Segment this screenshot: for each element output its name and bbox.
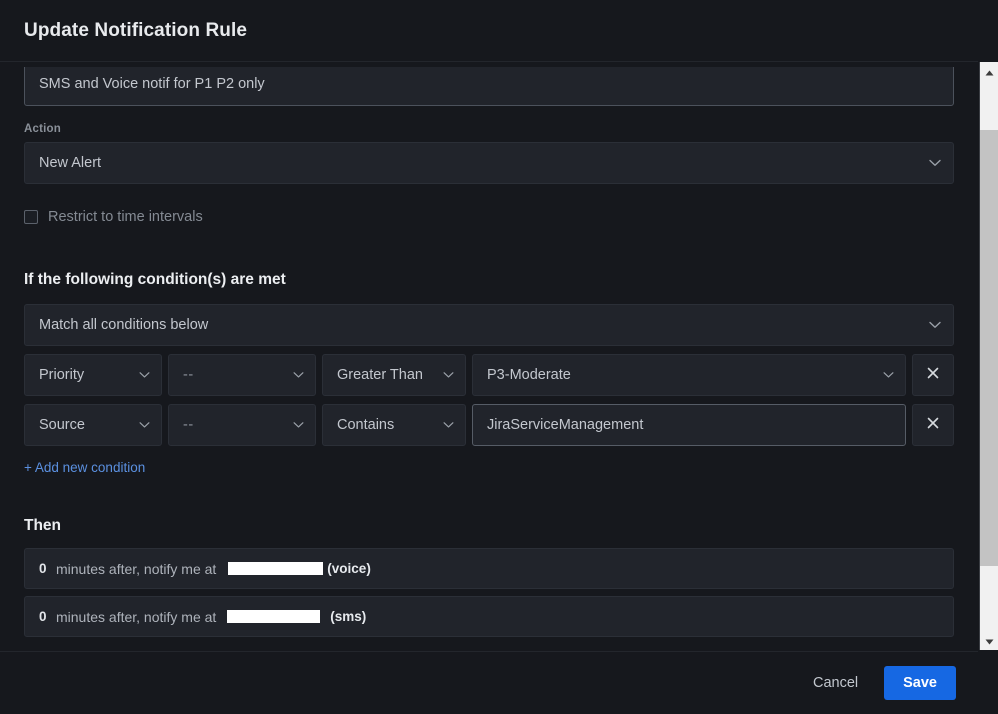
add-notification-method-link[interactable]: + Add notification method xyxy=(24,649,176,650)
cancel-button[interactable]: Cancel xyxy=(801,667,870,699)
condition-key-select[interactable]: -- xyxy=(168,354,316,396)
action-label: Action xyxy=(24,123,61,135)
chevron-down-icon xyxy=(139,372,150,379)
chevron-down-icon xyxy=(293,422,304,429)
action-select[interactable]: New Alert xyxy=(24,142,954,184)
rule-name-input[interactable]: SMS and Voice notif for P1 P2 only xyxy=(24,67,954,106)
scroll-up-button[interactable] xyxy=(980,62,998,81)
notification-channel: (sms) xyxy=(330,609,367,624)
condition-value: P3-Moderate xyxy=(487,367,571,383)
close-icon xyxy=(927,367,939,383)
chevron-down-icon xyxy=(139,422,150,429)
chevron-down-icon xyxy=(443,422,454,429)
chevron-down-icon xyxy=(293,372,304,379)
page-title: Update Notification Rule xyxy=(24,20,248,41)
redacted-contact xyxy=(227,610,321,623)
scrollbar-track[interactable] xyxy=(980,81,998,631)
restrict-label: Restrict to time intervals xyxy=(48,209,203,225)
triangle-down-icon xyxy=(985,632,994,650)
dialog-footer: Cancel Save xyxy=(0,652,978,714)
vertical-scrollbar[interactable] xyxy=(979,62,998,650)
condition-row: Priority -- Greater Than P3-Moderate xyxy=(24,354,954,396)
dialog-header: Update Notification Rule xyxy=(0,0,998,62)
condition-operator-value: Contains xyxy=(337,417,395,433)
condition-value-input[interactable]: JiraServiceManagement xyxy=(472,404,906,446)
notification-row-text: minutes after, notify me at xyxy=(56,608,217,625)
add-notification-method-wrapper: + Add notification method xyxy=(24,648,954,650)
save-button[interactable]: Save xyxy=(884,666,956,700)
triangle-up-icon xyxy=(985,63,994,81)
match-mode-select[interactable]: Match all conditions below xyxy=(24,304,954,346)
chevron-down-icon xyxy=(443,372,454,379)
dialog-body: SMS and Voice notif for P1 P2 only Actio… xyxy=(0,62,978,650)
add-new-condition-link[interactable]: + Add new condition xyxy=(24,460,145,475)
condition-attribute-select[interactable]: Source xyxy=(24,404,162,446)
chevron-down-icon xyxy=(929,159,941,167)
notification-method-row[interactable]: 0 minutes after, notify me at (voice) xyxy=(24,548,954,589)
redacted-contact xyxy=(228,562,324,575)
match-mode-value: Match all conditions below xyxy=(39,317,209,333)
scroll-down-button[interactable] xyxy=(980,631,998,650)
condition-operator-select[interactable]: Greater Than xyxy=(322,354,466,396)
condition-attribute-value: Priority xyxy=(39,367,85,383)
condition-value-select[interactable]: P3-Moderate xyxy=(472,354,906,396)
then-heading: Then xyxy=(24,517,62,534)
condition-key-select[interactable]: -- xyxy=(168,404,316,446)
chevron-down-icon xyxy=(929,321,941,329)
notification-delay-value: 0 xyxy=(39,561,47,576)
notification-method-row[interactable]: 0 minutes after, notify me at (sms) xyxy=(24,596,954,637)
notification-channel: (voice) xyxy=(327,561,371,576)
chevron-down-icon xyxy=(883,372,894,379)
remove-condition-button[interactable] xyxy=(912,404,954,446)
restrict-to-time-intervals-row[interactable]: Restrict to time intervals xyxy=(24,207,954,227)
update-notification-rule-dialog: Update Notification Rule SMS and Voice n… xyxy=(0,0,998,714)
condition-attribute-value: Source xyxy=(39,417,85,433)
notification-delay-value: 0 xyxy=(39,609,47,624)
notification-row-text: minutes after, notify me at xyxy=(56,560,217,577)
condition-key-value: -- xyxy=(183,417,194,433)
conditions-heading: If the following condition(s) are met xyxy=(24,271,286,288)
remove-condition-button[interactable] xyxy=(912,354,954,396)
condition-operator-select[interactable]: Contains xyxy=(322,404,466,446)
scrollbar-thumb[interactable] xyxy=(980,130,998,566)
close-icon xyxy=(927,417,939,433)
rule-name-field-wrapper: SMS and Voice notif for P1 P2 only xyxy=(24,67,954,106)
action-value: New Alert xyxy=(39,155,102,171)
restrict-checkbox[interactable] xyxy=(24,210,38,224)
condition-key-value: -- xyxy=(183,367,194,383)
condition-value: JiraServiceManagement xyxy=(487,417,644,433)
condition-row: Source -- Contains JiraServiceManagement xyxy=(24,404,954,446)
condition-operator-value: Greater Than xyxy=(337,367,423,383)
rule-name-value: SMS and Voice notif for P1 P2 only xyxy=(39,76,265,92)
condition-attribute-select[interactable]: Priority xyxy=(24,354,162,396)
